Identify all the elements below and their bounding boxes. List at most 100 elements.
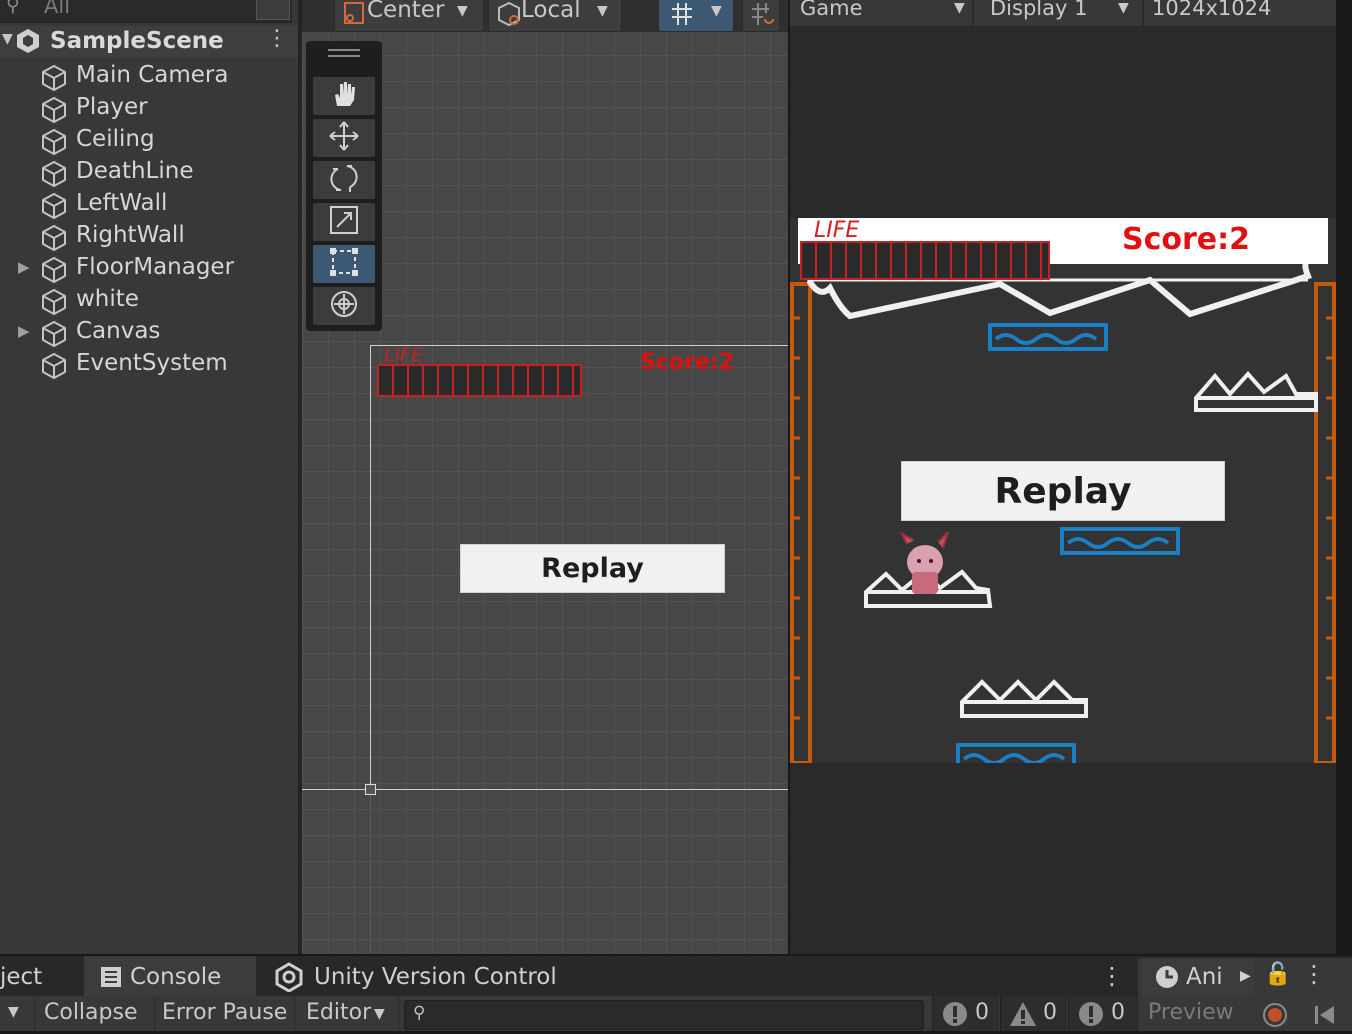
search-options-button[interactable]: [256, 0, 290, 20]
collapse-label: Collapse: [44, 1000, 138, 1025]
hierarchy-item[interactable]: Ceiling: [0, 124, 298, 156]
search-icon: ⚲: [413, 1003, 426, 1023]
version-control-icon: [274, 962, 304, 998]
editor-label: Editor: [306, 1000, 372, 1025]
move-tool-button[interactable]: [313, 119, 375, 157]
hierarchy-item[interactable]: EventSystem: [0, 348, 298, 380]
rect-transform-icon: [328, 246, 360, 282]
scene-life-label: LIFE: [384, 344, 424, 366]
chevron-down-icon: ▼: [374, 1006, 385, 1022]
chevron-down-icon: ▼: [711, 3, 722, 19]
tab-console[interactable]: Console: [84, 956, 256, 996]
error-count-toggle[interactable]: 0: [1068, 996, 1137, 1031]
preview-label: Preview: [1148, 1000, 1234, 1025]
expand-arrow-icon[interactable]: ▶: [18, 258, 30, 276]
scene-name: SampleScene: [50, 28, 224, 54]
resolution-dropdown[interactable]: 1024x1024: [1152, 0, 1332, 24]
pivot-mode-dropdown[interactable]: Center ▼: [334, 0, 484, 32]
clock-icon: [1154, 964, 1180, 994]
pivot-handle[interactable]: [365, 784, 376, 795]
clear-dropdown[interactable]: ▼: [0, 996, 35, 1031]
hierarchy-item[interactable]: DeathLine: [0, 156, 298, 188]
tab-animation[interactable]: Ani ▶: [1142, 958, 1254, 996]
left-wall-sprite: [790, 282, 812, 763]
record-icon[interactable]: [1262, 1002, 1288, 1032]
window-edge: [1336, 0, 1352, 954]
editor-target-dropdown[interactable]: Editor ▼: [298, 996, 399, 1031]
unity-scene-icon: [16, 28, 40, 58]
transform-icon: [328, 288, 360, 324]
tab-animation-label: Ani: [1186, 964, 1223, 990]
scene-life-bar[interactable]: [377, 364, 582, 397]
space-mode-label: Local: [521, 0, 581, 23]
game-life-bar: [800, 241, 1050, 280]
drag-handle[interactable]: [328, 49, 360, 51]
pivot-icon: [343, 1, 365, 29]
chevron-down-icon: ▼: [457, 3, 468, 19]
hierarchy-item-label: RightWall: [76, 222, 185, 248]
hierarchy-item-label: white: [76, 286, 139, 312]
console-search-input[interactable]: ⚲: [404, 1000, 924, 1030]
scene-replay-button[interactable]: Replay: [460, 544, 725, 593]
scale-icon: [328, 204, 360, 240]
hierarchy-item-label: DeathLine: [76, 158, 194, 184]
hierarchy-item[interactable]: Main Camera: [0, 60, 298, 92]
skip-start-icon[interactable]: [1312, 1002, 1338, 1032]
tab-version-control[interactable]: Unity Version Control: [260, 956, 580, 996]
warning-count-toggle[interactable]: 0: [1000, 996, 1067, 1031]
expand-arrow-icon[interactable]: ▶: [18, 322, 30, 340]
collapse-arrow-icon[interactable]: ▼: [2, 31, 13, 47]
scene-root-row[interactable]: ▼ SampleScene ⋮: [0, 26, 298, 58]
space-mode-dropdown[interactable]: Local ▼: [488, 0, 622, 32]
hierarchy-item[interactable]: white: [0, 284, 298, 316]
hierarchy-search-bar[interactable]: ⚲ All: [0, 0, 292, 23]
hand-icon: [329, 79, 359, 113]
rotate-tool-button[interactable]: [313, 161, 375, 199]
info-icon: [941, 1000, 969, 1034]
log-count-toggle[interactable]: 0: [932, 996, 999, 1031]
hierarchy-item[interactable]: RightWall: [0, 220, 298, 252]
grid-snapping-toggle[interactable]: ▼: [658, 0, 734, 32]
view-label: Game: [800, 0, 863, 20]
rect-tool-button[interactable]: [313, 245, 375, 283]
hierarchy-item[interactable]: ▶ FloorManager: [0, 252, 298, 284]
resolution-label: 1024x1024: [1152, 0, 1272, 20]
tab-project[interactable]: ject: [0, 956, 80, 996]
game-screen[interactable]: LIFE Score:2 Replay: [790, 218, 1336, 763]
hierarchy-item[interactable]: ▶ Canvas: [0, 316, 298, 348]
spike-platform: [1194, 371, 1318, 412]
chevron-right-icon[interactable]: ▶: [1240, 968, 1251, 984]
collapse-toggle[interactable]: Collapse: [36, 996, 155, 1031]
view-dropdown[interactable]: Game ▼: [800, 0, 972, 24]
hierarchy-item[interactable]: Player: [0, 92, 298, 124]
search-input[interactable]: All: [44, 0, 70, 18]
more-options-icon[interactable]: ⋮: [266, 26, 288, 51]
scale-tool-button[interactable]: [313, 203, 375, 241]
toolbar-separator: [1142, 0, 1144, 26]
transform-tool-button[interactable]: [313, 287, 375, 325]
hierarchy-item-label: LeftWall: [76, 190, 168, 216]
console-icon: [100, 966, 122, 994]
chevron-down-icon: ▼: [1118, 0, 1129, 16]
hierarchy-item[interactable]: LeftWall: [0, 188, 298, 220]
chevron-down-icon: ▼: [597, 3, 608, 19]
move-arrows-icon: [328, 120, 360, 156]
error-pause-toggle[interactable]: Error Pause: [156, 996, 295, 1031]
preview-toggle[interactable]: Preview: [1138, 996, 1260, 1031]
blue-platform: [988, 323, 1108, 351]
display-dropdown[interactable]: Display 1 ▼: [990, 0, 1140, 24]
increment-snap-button[interactable]: [742, 0, 780, 32]
more-options-icon[interactable]: ⋮: [1302, 960, 1326, 988]
error-count: 0: [1111, 1000, 1125, 1025]
animation-panel: Ani ▶ 🔓 ⋮ Preview: [1138, 958, 1352, 1031]
hierarchy-item-label: Main Camera: [76, 62, 229, 88]
error-icon: [1077, 1000, 1105, 1034]
snap-icon: [749, 1, 775, 31]
more-options-icon[interactable]: ⋮: [1100, 962, 1124, 990]
local-space-icon: [497, 1, 521, 31]
hierarchy-item-label: EventSystem: [76, 350, 228, 376]
drag-handle-line: [328, 55, 360, 57]
game-replay-button[interactable]: Replay: [901, 461, 1225, 521]
lock-icon[interactable]: 🔓: [1264, 962, 1291, 987]
hand-tool-button[interactable]: [313, 77, 375, 115]
